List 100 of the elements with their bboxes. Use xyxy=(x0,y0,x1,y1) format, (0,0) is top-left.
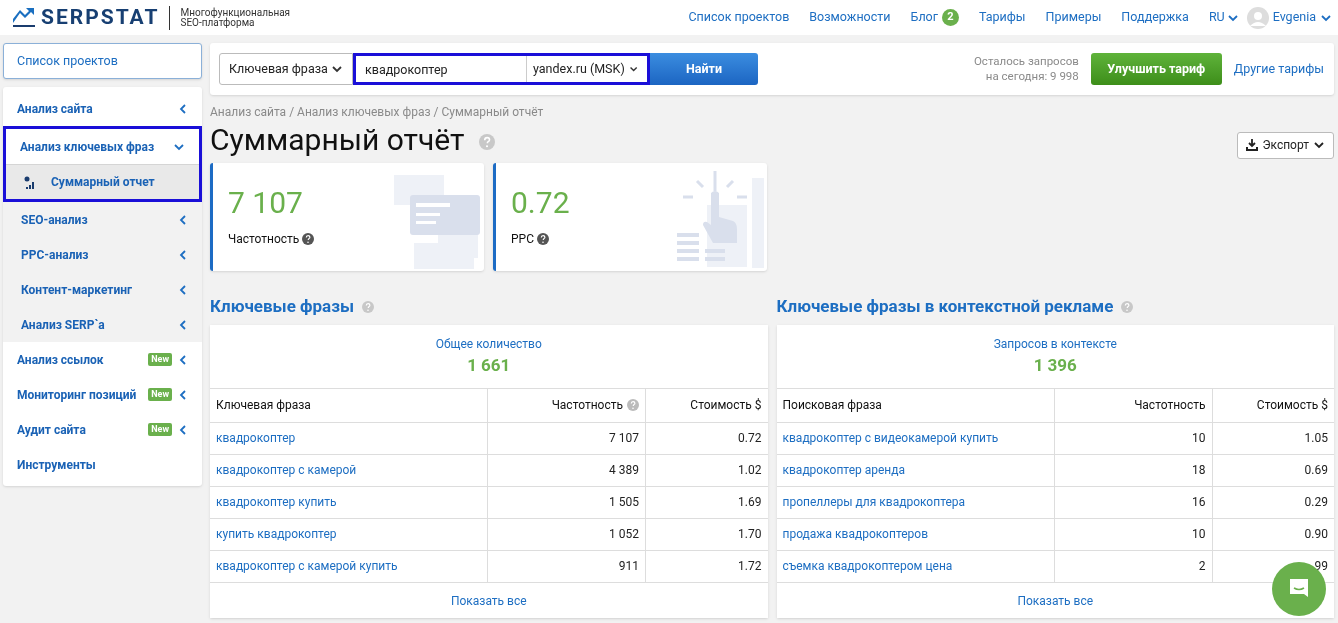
sidebar-item[interactable]: Контент-маркетинг xyxy=(3,272,202,307)
help-icon xyxy=(479,134,496,150)
chevron-left-icon xyxy=(178,318,188,331)
search-type-select[interactable]: Ключевая фраза xyxy=(219,53,353,85)
breadcrumb: Анализ сайта / Анализ ключевых фраз / Суммарный отчёт xyxy=(210,104,545,119)
table-cell: 2 xyxy=(1054,550,1212,582)
chevron-left-icon xyxy=(178,283,188,296)
table-cell: 4 389 xyxy=(487,454,646,486)
sidebar-item[interactable]: Анализ SERP`a xyxy=(3,307,202,342)
table-cell: 1.69 xyxy=(645,486,768,518)
section-title: Ключевые фразы xyxy=(210,295,355,319)
plans-link[interactable]: Другие тарифы xyxy=(1233,59,1324,79)
logo-icon xyxy=(13,8,35,27)
column-header: Ключевая фраза xyxy=(210,389,488,422)
metric-value: 0.72 xyxy=(511,185,570,221)
new-badge: New xyxy=(148,423,172,436)
sidebar-item[interactable]: Анализ ключевых фраз xyxy=(6,129,199,164)
keyword-link[interactable]: продажа квадрокоптеров xyxy=(782,527,928,541)
table-cell: 0.90 xyxy=(1212,518,1334,550)
column-header: Частотность xyxy=(487,389,646,422)
nav-link[interactable]: Тарифы xyxy=(979,8,1026,27)
sidebar-item[interactable]: Аудит сайта New xyxy=(3,412,202,447)
sidebar-item[interactable]: Суммарный отчет xyxy=(6,164,199,199)
table-cell: 1.72 xyxy=(645,550,768,582)
summary-value: 1 661 xyxy=(467,353,511,377)
table-cell: 1.70 xyxy=(645,518,768,550)
keyword-link[interactable]: пропеллеры для квадрокоптера xyxy=(782,495,966,509)
nav-link[interactable]: Примеры xyxy=(1045,8,1102,27)
column-header: Поисковая фраза xyxy=(776,389,1054,422)
keyword-link[interactable]: квадрокоптер купить xyxy=(216,495,337,509)
section-title: Ключевые фразы в контекстной рекламе xyxy=(776,295,1114,319)
summary-value: 1 396 xyxy=(1033,353,1077,377)
table-cell: 10 xyxy=(1054,518,1212,550)
new-badge: New xyxy=(148,353,172,366)
table-cell: 911 xyxy=(487,550,646,582)
page-title: Суммарный отчёт xyxy=(210,122,465,158)
user-name: Evgenia xyxy=(1272,8,1316,27)
column-header: Стоимость $ xyxy=(645,389,768,422)
column-header: Стоимость $ xyxy=(1212,389,1334,422)
chevron-down-icon xyxy=(331,64,343,74)
column-header: Частотность xyxy=(1054,389,1212,422)
nav-link[interactable]: Поддержка xyxy=(1121,8,1189,27)
table-cell: 1 052 xyxy=(487,518,646,550)
sidebar-item[interactable]: Анализ ссылок New xyxy=(3,342,202,377)
nav-link[interactable]: Блог xyxy=(910,8,938,27)
user-menu[interactable]: Evgenia xyxy=(1246,6,1332,29)
chevron-left-icon xyxy=(178,248,188,261)
chevron-down-icon xyxy=(628,64,638,74)
table-cell: 0.29 xyxy=(1212,486,1334,518)
help-icon xyxy=(536,233,549,245)
sidebar-item[interactable]: Мониторинг позиций New xyxy=(3,377,202,412)
keyword-link[interactable]: квадрокоптер с камерой купить xyxy=(216,559,398,574)
language-select[interactable]: RU xyxy=(1208,8,1239,27)
help-icon xyxy=(302,233,315,245)
help-icon xyxy=(362,301,375,313)
keyword-link[interactable]: квадрокоптер аренда xyxy=(782,463,906,477)
chevron-down-icon xyxy=(1320,12,1332,23)
summary-link[interactable]: Общее количество xyxy=(435,334,542,353)
nav-link[interactable]: Список проектов xyxy=(688,8,790,27)
show-all-link[interactable]: Показать все xyxy=(1017,591,1094,610)
metric-value: 7 107 xyxy=(228,185,303,221)
count-badge: 2 xyxy=(942,9,959,26)
projects-button[interactable]: Список проектов xyxy=(3,43,202,79)
avatar-icon xyxy=(1246,6,1269,29)
keyword-link[interactable]: квадрокоптер xyxy=(216,431,296,445)
table-cell: 7 107 xyxy=(487,422,646,454)
chevron-left-icon xyxy=(178,213,188,226)
sidebar-item[interactable]: Анализ сайта xyxy=(3,91,202,126)
quota-text: Осталось запросов на сегодня: 9 998 xyxy=(973,54,1079,84)
logo-text: SERPSTAT xyxy=(41,3,160,31)
chevron-down-icon xyxy=(1226,12,1239,23)
keyword-link[interactable]: квадрокоптер с камерой xyxy=(216,463,357,477)
upgrade-button[interactable]: Улучшить тариф xyxy=(1090,53,1222,85)
chart-icon xyxy=(24,175,34,189)
table-cell: 18 xyxy=(1054,454,1212,486)
metric-label: PPC xyxy=(511,231,534,248)
sidebar-item[interactable]: Инструменты xyxy=(3,447,202,482)
keyword-link[interactable]: квадрокоптер с видеокамерой купить xyxy=(782,431,999,445)
keyword-link[interactable]: съемка квадрокоптером цена xyxy=(782,559,953,574)
table-cell: 0.69 xyxy=(1212,454,1334,486)
metric-label: Частотность xyxy=(228,231,300,248)
tagline: Многофункциональная SEO-платформа xyxy=(180,7,291,28)
sidebar-item[interactable]: SEO-анализ xyxy=(3,202,202,237)
show-all-link[interactable]: Показать все xyxy=(450,591,527,610)
chevron-down-icon xyxy=(1313,140,1325,150)
search-button[interactable]: Найти xyxy=(650,53,758,85)
table-cell: 16 xyxy=(1054,486,1212,518)
sidebar-item[interactable]: PPC-анализ xyxy=(3,237,202,272)
table-cell: 10 xyxy=(1054,422,1212,454)
download-icon xyxy=(1246,139,1259,151)
new-badge: New xyxy=(148,388,172,401)
summary-link[interactable]: Запросов в контексте xyxy=(993,334,1117,353)
table-cell: 1 505 xyxy=(487,486,646,518)
table-cell: 0.72 xyxy=(645,422,768,454)
help-icon xyxy=(1121,301,1134,313)
export-button[interactable]: Экспорт xyxy=(1237,131,1334,159)
table-cell: 1.02 xyxy=(645,454,768,486)
nav-link[interactable]: Возможности xyxy=(809,8,891,27)
table-cell: 1.05 xyxy=(1212,422,1334,454)
keyword-link[interactable]: купить квадрокоптер xyxy=(216,527,337,541)
